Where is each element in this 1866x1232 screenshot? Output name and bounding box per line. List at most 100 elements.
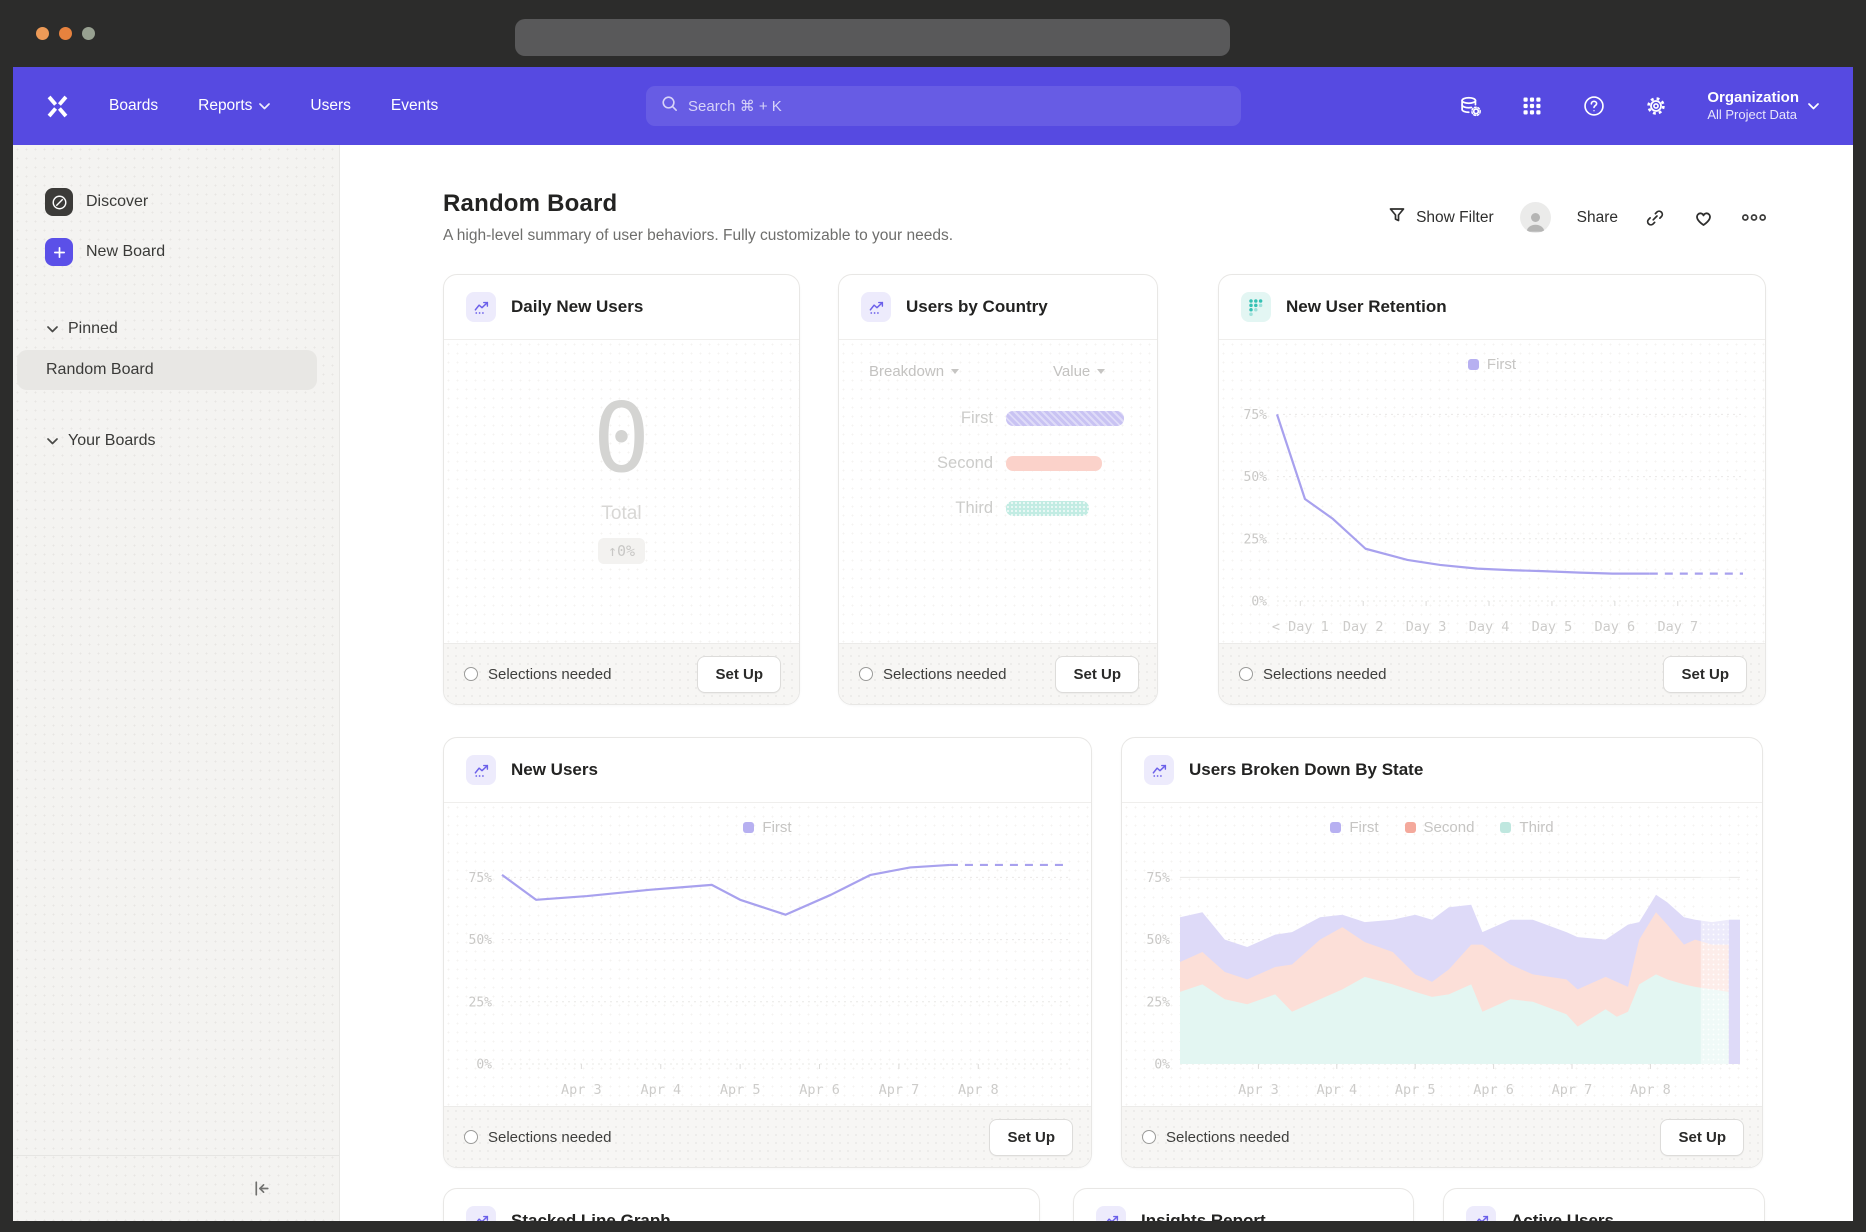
avatar[interactable]	[1520, 202, 1551, 233]
metric-label: Total	[601, 503, 641, 525]
sidebar-section-your-boards[interactable]: Your Boards	[47, 432, 339, 450]
sidebar-item-label: Discover	[86, 193, 148, 211]
svg-text:Day 6: Day 6	[1595, 619, 1636, 635]
nav-item-label: Reports	[198, 97, 252, 115]
svg-text:25%: 25%	[469, 995, 493, 1010]
data-management-icon[interactable]	[1457, 93, 1483, 119]
value-dropdown[interactable]: Value	[1053, 363, 1105, 380]
status-circle-icon	[464, 1130, 478, 1144]
card-title: Daily New Users	[511, 297, 643, 317]
nav-item-users[interactable]: Users	[310, 97, 350, 115]
legend-first: First	[1468, 356, 1516, 373]
selections-status: Selections needed	[464, 1129, 611, 1146]
caret-down-icon	[951, 369, 959, 374]
line-chart-icon	[466, 1206, 496, 1221]
selections-status: Selections needed	[1239, 666, 1386, 683]
card-new-user-retention: New User RetentionFirst75%50%25%0%< Day …	[1218, 274, 1766, 705]
line-chart-icon	[861, 292, 891, 322]
svg-text:Apr 8: Apr 8	[958, 1082, 999, 1098]
more-options-icon[interactable]	[1741, 211, 1767, 224]
selections-status: Selections needed	[859, 666, 1006, 683]
nav-item-reports[interactable]: Reports	[198, 97, 270, 115]
org-switcher[interactable]: Organization All Project Data	[1707, 88, 1819, 124]
card-title: Users by Country	[906, 297, 1048, 317]
favorite-heart-icon[interactable]	[1692, 206, 1715, 229]
svg-text:25%: 25%	[1147, 995, 1171, 1010]
svg-text:75%: 75%	[1147, 871, 1171, 886]
svg-text:Day 4: Day 4	[1469, 619, 1510, 635]
collapse-sidebar-button[interactable]	[250, 1177, 273, 1200]
show-filter-button[interactable]: Show Filter	[1387, 205, 1494, 230]
svg-text:Apr 3: Apr 3	[1238, 1082, 1279, 1098]
card-users-by-country: Users by CountryBreakdown ValueFirst Sec…	[838, 274, 1158, 705]
svg-text:Apr 7: Apr 7	[1552, 1082, 1593, 1098]
share-button[interactable]: Share	[1577, 209, 1618, 227]
minimize-button[interactable]	[59, 27, 72, 40]
value-bar	[1006, 501, 1089, 516]
chart-retention: 75%50%25%0%< Day 1Day 2Day 3Day 4Day 5Da…	[1219, 340, 1765, 643]
svg-text:25%: 25%	[1244, 532, 1268, 547]
svg-text:Apr 6: Apr 6	[799, 1082, 840, 1098]
svg-text:0%: 0%	[1154, 1058, 1170, 1073]
discover-compass-icon	[45, 188, 73, 216]
close-button[interactable]	[36, 27, 49, 40]
svg-text:Apr 5: Apr 5	[720, 1082, 761, 1098]
status-circle-icon	[464, 667, 478, 681]
card-title: Insights Report	[1141, 1211, 1266, 1221]
retention-grid-icon	[1241, 292, 1271, 322]
card-title: New Users	[511, 760, 598, 780]
chart-legend: First	[1219, 356, 1765, 373]
line-chart-icon	[1096, 1206, 1126, 1221]
svg-text:Apr 4: Apr 4	[1316, 1082, 1357, 1098]
set-up-button[interactable]: Set Up	[989, 1119, 1073, 1156]
help-icon[interactable]	[1581, 93, 1607, 119]
apps-grid-icon[interactable]	[1519, 93, 1545, 119]
search-input[interactable]	[688, 98, 1227, 115]
set-up-button[interactable]: Set Up	[1663, 656, 1747, 693]
svg-text:50%: 50%	[1244, 470, 1268, 485]
card-new-users: New UsersFirst75%50%25%0%Apr 3Apr 4Apr 5…	[443, 737, 1092, 1168]
set-up-button[interactable]: Set Up	[697, 656, 781, 693]
sidebar-section-pinned[interactable]: Pinned	[47, 320, 339, 338]
nav-item-events[interactable]: Events	[391, 97, 438, 115]
chevron-down-icon	[259, 97, 270, 115]
nav-item-boards[interactable]: Boards	[109, 97, 158, 115]
sidebar-item-discover[interactable]: Discover	[45, 182, 339, 222]
legend-third: Third	[1500, 819, 1553, 836]
mixpanel-logo-icon[interactable]	[43, 92, 71, 120]
selections-status: Selections needed	[1142, 1129, 1289, 1146]
row-label: Second	[839, 454, 993, 473]
svg-text:Day 7: Day 7	[1657, 619, 1698, 635]
svg-text:0%: 0%	[476, 1058, 492, 1073]
chevron-down-icon	[1808, 97, 1819, 115]
country-row-third: Third	[839, 499, 1157, 518]
metric-change-badge: ↑0%	[598, 538, 645, 564]
sidebar-item-new-board[interactable]: New Board	[45, 232, 339, 272]
metric-value: 0	[593, 392, 650, 487]
selections-status: Selections needed	[464, 666, 611, 683]
sidebar-item-label: New Board	[86, 243, 165, 261]
zoom-button[interactable]	[82, 27, 95, 40]
set-up-button[interactable]: Set Up	[1055, 656, 1139, 693]
card-daily-new-users: Daily New Users 0 Total ↑0% Selections nee…	[443, 274, 800, 705]
svg-text:Apr 4: Apr 4	[640, 1082, 681, 1098]
breakdown-dropdown[interactable]: Breakdown	[869, 363, 959, 380]
org-name: Organization	[1707, 88, 1799, 108]
legend-second: Second	[1405, 819, 1475, 836]
browser-url-bar[interactable]	[515, 19, 1230, 56]
svg-text:Day 3: Day 3	[1406, 619, 1447, 635]
page-subtitle: A high-level summary of user behaviors. …	[443, 227, 953, 245]
copy-link-icon[interactable]	[1644, 207, 1666, 229]
sidebar-board-random-board[interactable]: Random Board	[17, 350, 317, 390]
status-circle-icon	[1142, 1130, 1156, 1144]
card-users-broken-down-by-state: Users Broken Down By StateFirstSecondThi…	[1121, 737, 1763, 1168]
set-up-button[interactable]: Set Up	[1660, 1119, 1744, 1156]
svg-text:Day 5: Day 5	[1532, 619, 1573, 635]
svg-text:Apr 6: Apr 6	[1473, 1082, 1514, 1098]
search-icon	[660, 94, 679, 118]
search-bar[interactable]	[646, 86, 1241, 126]
chart-new_users: 75%50%25%0%Apr 3Apr 4Apr 5Apr 6Apr 7Apr …	[444, 803, 1091, 1106]
settings-gear-icon[interactable]	[1643, 93, 1669, 119]
status-circle-icon	[859, 667, 873, 681]
window-titlebar	[0, 0, 1866, 67]
